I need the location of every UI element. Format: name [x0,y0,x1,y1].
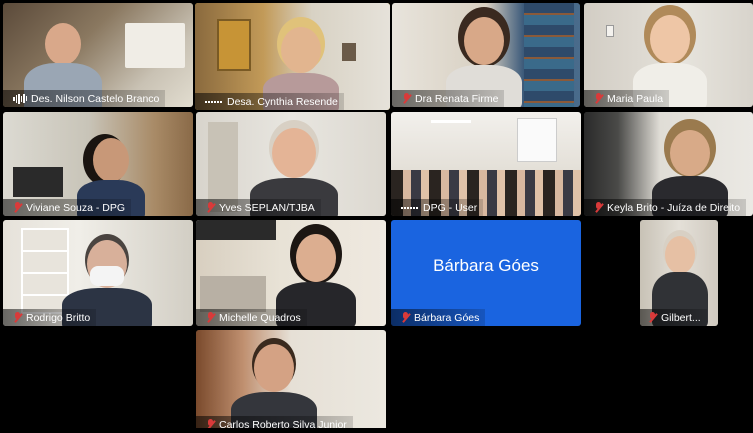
muted-mic-icon [648,312,657,323]
muted-mic-icon [13,312,22,323]
participant-name-bar: Dra Renata Firme [392,90,505,107]
muted-mic-icon [402,93,411,104]
participant-tile-barbara[interactable]: Bárbara Góes Bárbara Góes [391,220,581,326]
participant-tile-dpg-user[interactable]: DPG - User [391,112,581,216]
participant-name: Michelle Quadros [219,311,301,324]
participant-name: Keyla Brito - Juíza de Direito [607,201,741,214]
participant-tile-viviane[interactable]: Viviane Souza - DPG [3,112,193,216]
participant-name: Bárbara Góes [414,311,480,324]
participant-name-bar: Viviane Souza - DPG [3,199,132,216]
participant-name: Des. Nilson Castelo Branco [31,92,160,105]
participant-name-bar: Des. Nilson Castelo Branco [3,90,166,107]
participant-tile-nilson[interactable]: Des. Nilson Castelo Branco [3,3,193,107]
participant-tile-michelle[interactable]: Michelle Quadros [196,220,386,326]
participant-name-bar: Keyla Brito - Juíza de Direito [584,199,747,216]
participant-tile-keyla[interactable]: Keyla Brito - Juíza de Direito [584,112,753,216]
participant-tile-renata[interactable]: Dra Renata Firme [392,3,580,107]
muted-mic-icon [401,312,410,323]
participant-name: Dra Renata Firme [415,92,499,105]
participant-name-bar: Maria Paula [584,90,670,107]
audio-wave-icon [13,93,27,104]
participant-name: Yves SEPLAN/TJBA [219,201,315,214]
participant-tile-cynthia[interactable]: Desa. Cynthia Resende [195,3,390,110]
muted-mic-icon [594,202,603,213]
participant-tile-maria[interactable]: Maria Paula [584,3,753,107]
muted-mic-icon [594,93,603,104]
participant-name: Viviane Souza - DPG [26,201,126,214]
participant-avatar-name: Bárbara Góes [433,256,539,275]
muted-mic-icon [13,202,22,213]
participant-name: Rodrigo Britto [26,311,91,324]
participant-tile-gilbert[interactable]: Gilbert... [640,220,718,326]
audio-level-icon [401,206,419,209]
participant-tile-yves[interactable]: Yves SEPLAN/TJBA [196,112,386,216]
participant-name: DPG - User [423,201,478,214]
participant-name-bar: Bárbara Góes [391,309,486,326]
participant-name: Gilbert... [661,311,701,324]
participant-name-bar: Desa. Cynthia Resende [195,93,344,110]
participant-name-bar: DPG - User [391,199,484,216]
participant-name-bar: Gilbert... [640,309,707,326]
participant-tile-rodrigo[interactable]: Rodrigo Britto [3,220,193,326]
participant-name-bar: Michelle Quadros [196,309,307,326]
participant-tile-carlos[interactable]: Carlos Roberto Silva Junior [196,330,386,433]
participant-name: Maria Paula [607,92,664,105]
participant-name-bar: Yves SEPLAN/TJBA [196,199,321,216]
participant-name-bar: Rodrigo Britto [3,309,97,326]
bottom-edge [0,428,753,433]
participant-name: Desa. Cynthia Resende [227,95,338,108]
muted-mic-icon [206,202,215,213]
muted-mic-icon [206,312,215,323]
audio-level-icon [205,100,223,103]
